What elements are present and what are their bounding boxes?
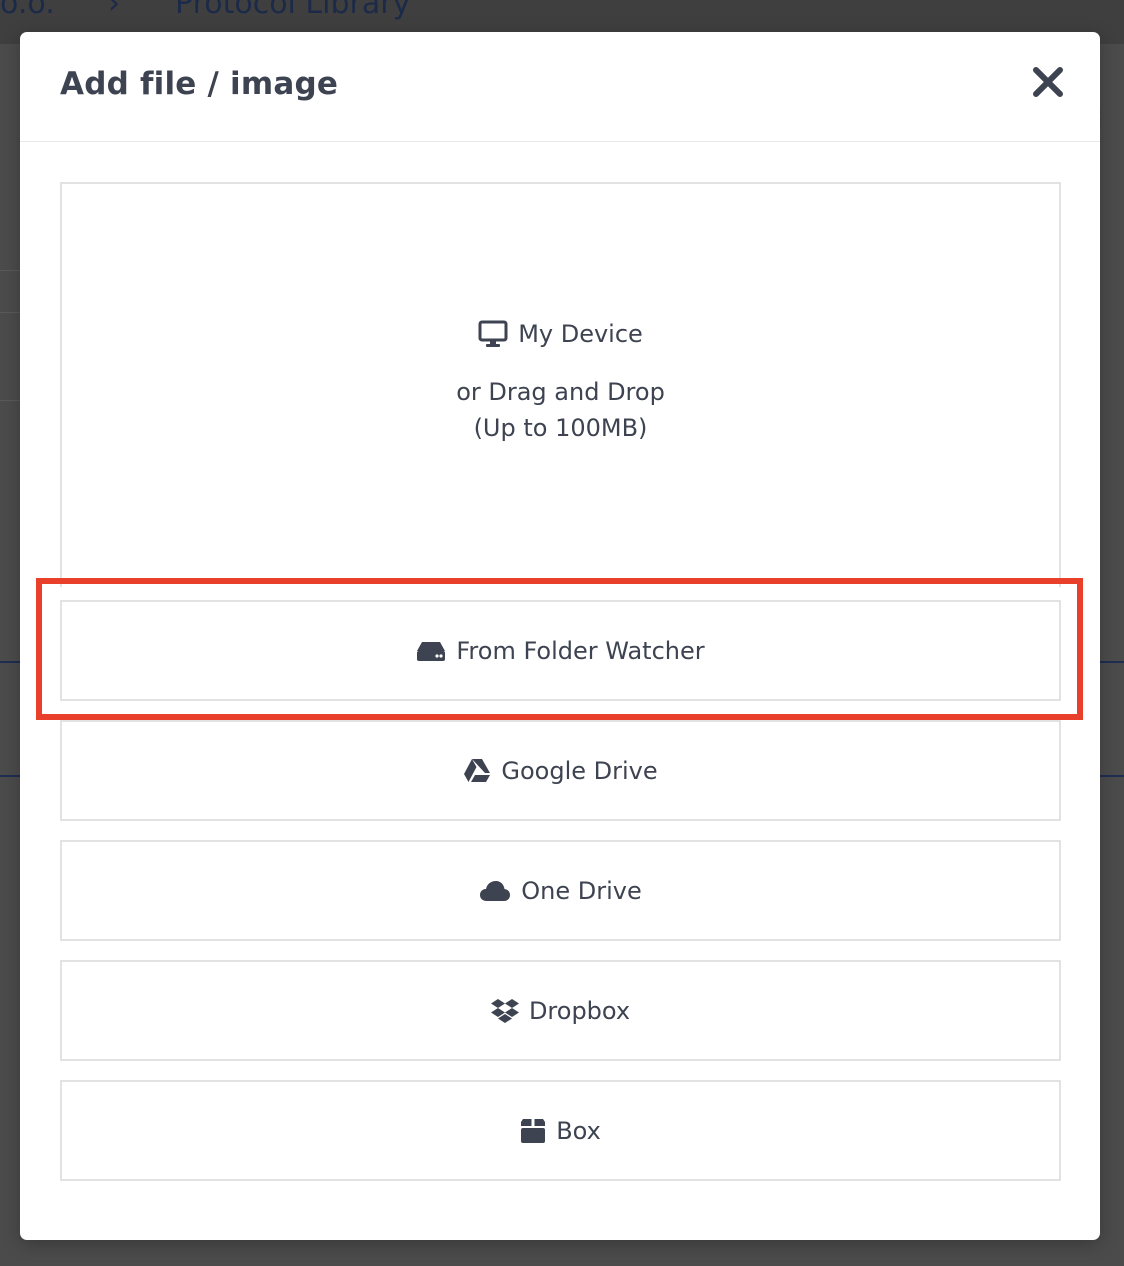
my-device-button[interactable]: My Device — [62, 320, 1059, 348]
my-device-label: My Device — [518, 320, 643, 348]
hard-drive-icon — [416, 640, 446, 662]
background-rule — [1100, 775, 1124, 777]
box-icon — [520, 1118, 546, 1144]
dropbox-icon — [490, 998, 519, 1024]
google-drive-icon — [463, 758, 491, 784]
breadcrumb-prefix: o.o. — [0, 0, 55, 21]
background-divider — [0, 270, 20, 271]
add-file-modal: Add file / image My Device or Drag and D… — [20, 32, 1100, 1240]
background-rule — [0, 775, 20, 777]
breadcrumb-current: Protocol Library — [175, 0, 411, 21]
option-label: Google Drive — [501, 756, 658, 785]
drag-drop-text: or Drag and Drop — [456, 378, 665, 406]
google-drive-button[interactable]: Google Drive — [60, 720, 1061, 821]
breadcrumb-separator: › — [108, 0, 120, 21]
modal-header: Add file / image — [20, 32, 1100, 142]
background-divider — [0, 312, 20, 313]
one-drive-button[interactable]: One Drive — [60, 840, 1061, 941]
background-divider — [0, 400, 20, 401]
size-limit-text: (Up to 100MB) — [473, 414, 648, 442]
close-icon — [1033, 67, 1063, 97]
option-label: Box — [556, 1116, 601, 1145]
monitor-icon — [478, 320, 508, 348]
option-label: One Drive — [521, 876, 642, 905]
box-button[interactable]: Box — [60, 1080, 1061, 1181]
close-button[interactable] — [1030, 64, 1066, 100]
my-device-dropzone[interactable]: My Device or Drag and Drop (Up to 100MB) — [60, 182, 1061, 587]
modal-title: Add file / image — [60, 66, 339, 102]
from-folder-watcher-button[interactable]: From Folder Watcher — [60, 600, 1061, 701]
background-rule — [0, 661, 20, 663]
option-label: Dropbox — [528, 996, 631, 1025]
option-label: From Folder Watcher — [456, 636, 705, 665]
cloud-icon — [479, 879, 511, 903]
dropbox-button[interactable]: Dropbox — [60, 960, 1061, 1061]
background-rule — [1100, 661, 1124, 663]
